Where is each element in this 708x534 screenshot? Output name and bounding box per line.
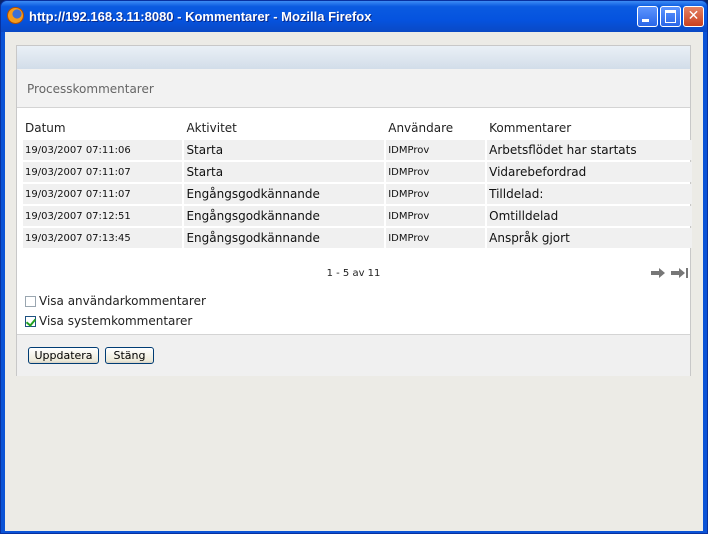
table-row: 19/03/2007 07:11:07 Starta IDMProv Vidar…: [23, 162, 692, 182]
comments-table: Datum Aktivitet Användare Kommentarer 19…: [21, 116, 694, 250]
minimize-button[interactable]: [637, 6, 658, 27]
user-comments-option[interactable]: Visa användarkommentarer: [25, 294, 206, 308]
table-row: 19/03/2007 07:13:45 Engångsgodkännande I…: [23, 228, 692, 248]
cell-activity: Starta: [184, 140, 385, 160]
close-button[interactable]: Stäng: [105, 347, 154, 364]
cell-comment: Arbetsflödet har startats: [487, 140, 692, 160]
cell-activity: Engångsgodkännande: [184, 228, 385, 248]
maximize-button[interactable]: [660, 6, 681, 27]
column-header-date: Datum: [25, 121, 66, 135]
cell-activity: Engångsgodkännande: [184, 206, 385, 226]
close-icon: ✕: [687, 8, 700, 24]
user-comments-label: Visa användarkommentarer: [39, 294, 206, 308]
table-row: 19/03/2007 07:11:06 Starta IDMProv Arbet…: [23, 140, 692, 160]
panel-header: [17, 46, 690, 70]
cell-activity: Starta: [184, 162, 385, 182]
update-button[interactable]: Uppdatera: [28, 347, 99, 364]
cell-comment: Omtilldelad: [487, 206, 692, 226]
browser-window: http://192.168.3.11:8080 - Kommentarer -…: [0, 0, 708, 534]
firefox-icon: [7, 7, 24, 24]
system-comments-option[interactable]: Visa systemkommentarer: [25, 314, 192, 328]
cell-user: IDMProv: [386, 184, 486, 204]
column-header-user: Användare: [388, 121, 454, 135]
table-row: 19/03/2007 07:12:51 Engångsgodkännande I…: [23, 206, 692, 226]
cell-user: IDMProv: [386, 206, 486, 226]
cell-user: IDMProv: [386, 228, 486, 248]
button-bar: Uppdatera Stäng: [17, 334, 690, 376]
cell-comment: Vidarebefordrad: [487, 162, 692, 182]
column-header-activity: Aktivitet: [186, 121, 237, 135]
cell-user: IDMProv: [386, 140, 486, 160]
window-title: http://192.168.3.11:8080 - Kommentarer -…: [29, 9, 372, 24]
next-page-icon[interactable]: [651, 268, 665, 278]
cell-date: 19/03/2007 07:11:07: [23, 184, 183, 204]
close-window-button[interactable]: ✕: [683, 6, 704, 27]
last-page-icon[interactable]: [671, 268, 688, 278]
cell-date: 19/03/2007 07:13:45: [23, 228, 183, 248]
page-content: Processkommentarer Datum Aktivitet Använ…: [5, 32, 703, 531]
section-title: Processkommentarer: [27, 82, 154, 96]
table-header-row: Datum Aktivitet Användare Kommentarer: [23, 118, 692, 138]
cell-activity: Engångsgodkännande: [184, 184, 385, 204]
cell-comment: Tilldelad:: [487, 184, 692, 204]
cell-comment: Anspråk gjort: [487, 228, 692, 248]
cell-date: 19/03/2007 07:11:07: [23, 162, 183, 182]
comments-panel: Processkommentarer Datum Aktivitet Använ…: [16, 45, 694, 376]
title-bar[interactable]: http://192.168.3.11:8080 - Kommentarer -…: [1, 1, 707, 32]
cell-date: 19/03/2007 07:12:51: [23, 206, 183, 226]
system-comments-checkbox[interactable]: [25, 315, 36, 327]
column-header-comments: Kommentarer: [489, 121, 572, 135]
cell-date: 19/03/2007 07:11:06: [23, 140, 183, 160]
system-comments-label: Visa systemkommentarer: [39, 314, 193, 328]
pagination-text: 1 - 5 av 11: [326, 268, 381, 279]
section-header: Processkommentarer: [17, 69, 690, 108]
table-row: 19/03/2007 07:11:07 Engångsgodkännande I…: [23, 184, 692, 204]
user-comments-checkbox[interactable]: [25, 295, 36, 307]
cell-user: IDMProv: [386, 162, 486, 182]
